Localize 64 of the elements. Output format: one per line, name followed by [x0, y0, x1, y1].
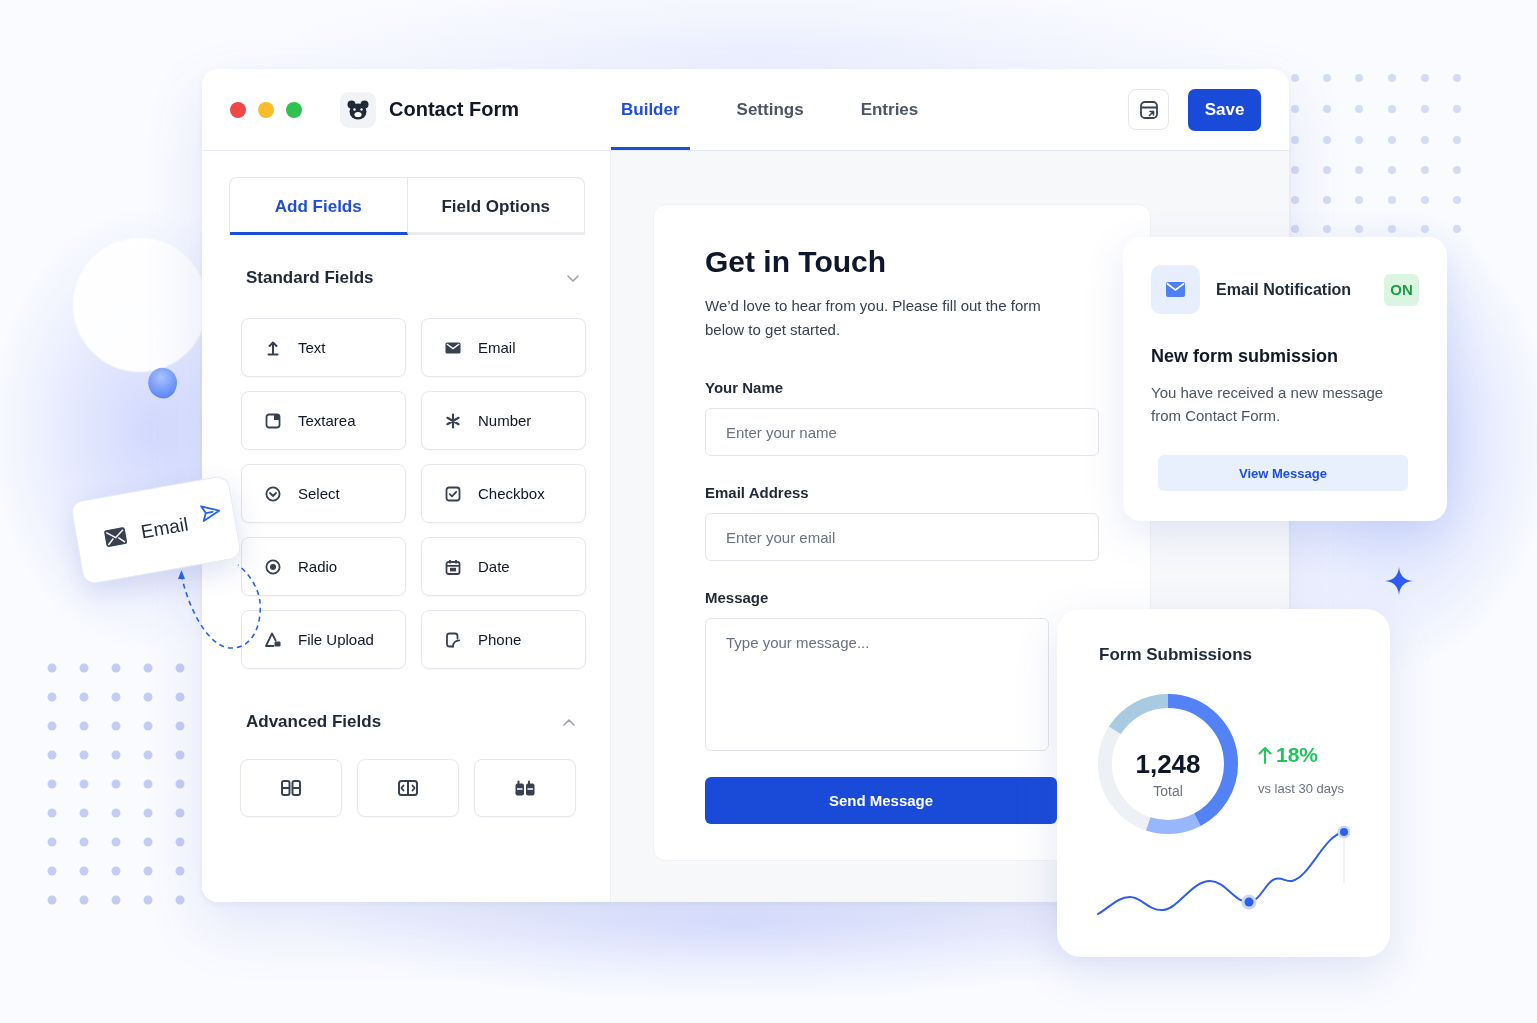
send-message-button[interactable]: Send Message: [705, 777, 1057, 824]
chevron-down-icon[interactable]: [567, 274, 579, 282]
chevron-up-icon[interactable]: [563, 718, 575, 726]
advanced-field-button[interactable]: [240, 759, 342, 817]
text-input[interactable]: Enter your email: [705, 513, 1099, 561]
field-button[interactable]: Text: [241, 318, 406, 377]
field-label: Email Address: [705, 484, 810, 502]
chevron-circle-icon: [265, 485, 281, 502]
panel-tab[interactable]: Add Fields: [230, 178, 408, 235]
nav-tab[interactable]: Settings: [726, 69, 814, 150]
form-description: We’d love to hear from you. Please fill out the form below to get started.: [705, 296, 1042, 340]
bear-icon: [340, 91, 376, 128]
total-label: Total: [1153, 781, 1183, 800]
field-button[interactable]: Textarea: [241, 391, 406, 450]
section-title: Advanced Fields: [246, 712, 382, 732]
advanced-field-button[interactable]: [357, 759, 459, 817]
view-message-button[interactable]: View Message: [1158, 455, 1408, 491]
envelope-icon: [103, 526, 128, 548]
section-title: Standard Fields: [246, 268, 374, 288]
total-count: 1,248: [1135, 748, 1201, 779]
field-label: Email: [139, 513, 190, 544]
field-button[interactable]: File Upload: [241, 610, 406, 669]
field-button[interactable]: Select: [241, 464, 406, 523]
notification-text: You have received a new message from Contact Form.: [1151, 383, 1385, 426]
change-percent: 18%: [1276, 743, 1319, 767]
field-label: Message: [705, 589, 770, 607]
window-control-icon[interactable]: [230, 101, 246, 118]
blocks-icon: [515, 780, 535, 796]
field-button[interactable]: Radio: [241, 537, 406, 596]
nav-tab[interactable]: Entries: [850, 69, 929, 150]
envelope-icon: [1151, 265, 1200, 314]
toolbar-button[interactable]: [1128, 89, 1169, 130]
notification-title: Email Notification: [1216, 280, 1352, 299]
field-button[interactable]: Date: [421, 537, 586, 596]
status-badge: ON: [1384, 273, 1419, 306]
arrow-up-icon: [1258, 746, 1272, 764]
arrow-up-icon: [265, 339, 281, 356]
calendar-icon: [445, 558, 461, 575]
card-title: Form Submissions: [1099, 645, 1254, 665]
triangle-icon: [265, 631, 281, 648]
checkbox-icon: [445, 485, 461, 502]
advanced-field-button[interactable]: [474, 759, 576, 817]
window-title: Contact Form: [389, 98, 519, 121]
window-control-icon[interactable]: [286, 101, 302, 118]
window-icon: [1138, 99, 1159, 120]
field-button[interactable]: Number: [421, 391, 586, 450]
field-label: Your Name: [705, 379, 785, 397]
square-icon: [265, 412, 281, 429]
field-button[interactable]: Phone: [421, 610, 586, 669]
columns-icon: [281, 780, 301, 796]
phone-icon: [445, 631, 461, 648]
field-button[interactable]: Email: [421, 318, 586, 377]
message-textarea[interactable]: Type your message...: [705, 618, 1049, 751]
radio-icon: [265, 558, 281, 575]
period-label: vs last 30 days: [1258, 781, 1344, 797]
form-title: Get in Touch: [705, 244, 888, 280]
field-button[interactable]: Checkbox: [421, 464, 586, 523]
split-columns-icon: [398, 780, 418, 796]
panel-tab[interactable]: Field Options: [407, 178, 584, 235]
sparkle-icon: [1385, 567, 1413, 595]
text-input[interactable]: Enter your name: [705, 408, 1099, 456]
notification-heading: New form submission: [1151, 345, 1340, 367]
save-button[interactable]: Save: [1188, 88, 1261, 131]
asterisk-icon: [445, 412, 461, 429]
